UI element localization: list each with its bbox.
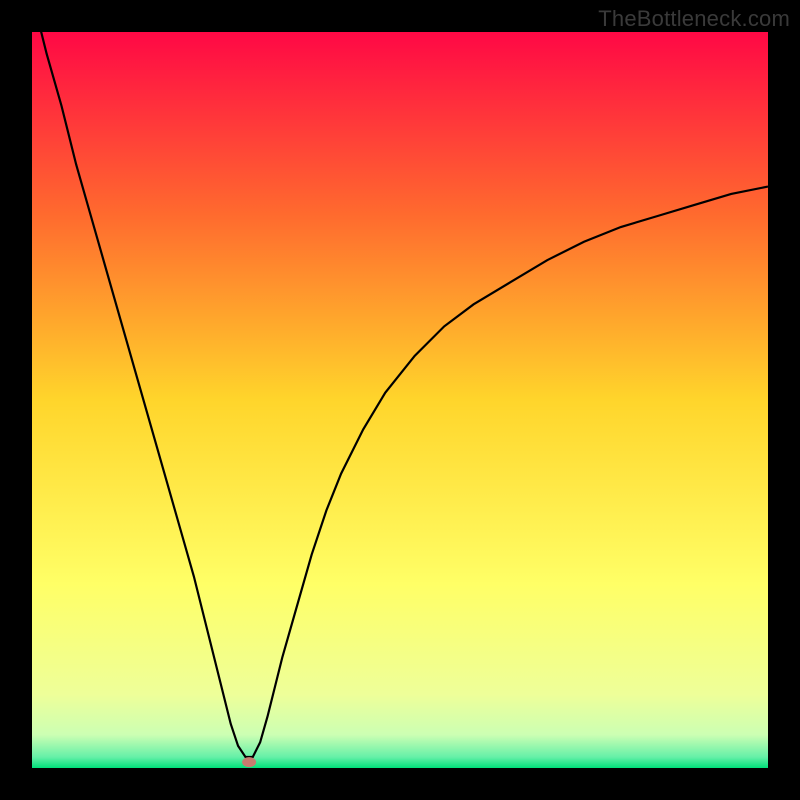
chart-svg bbox=[32, 32, 768, 768]
chart-frame: TheBottleneck.com bbox=[0, 0, 800, 800]
watermark-text: TheBottleneck.com bbox=[598, 6, 790, 32]
chart-plot-area bbox=[32, 32, 768, 768]
chart-marker-dot bbox=[242, 757, 256, 767]
